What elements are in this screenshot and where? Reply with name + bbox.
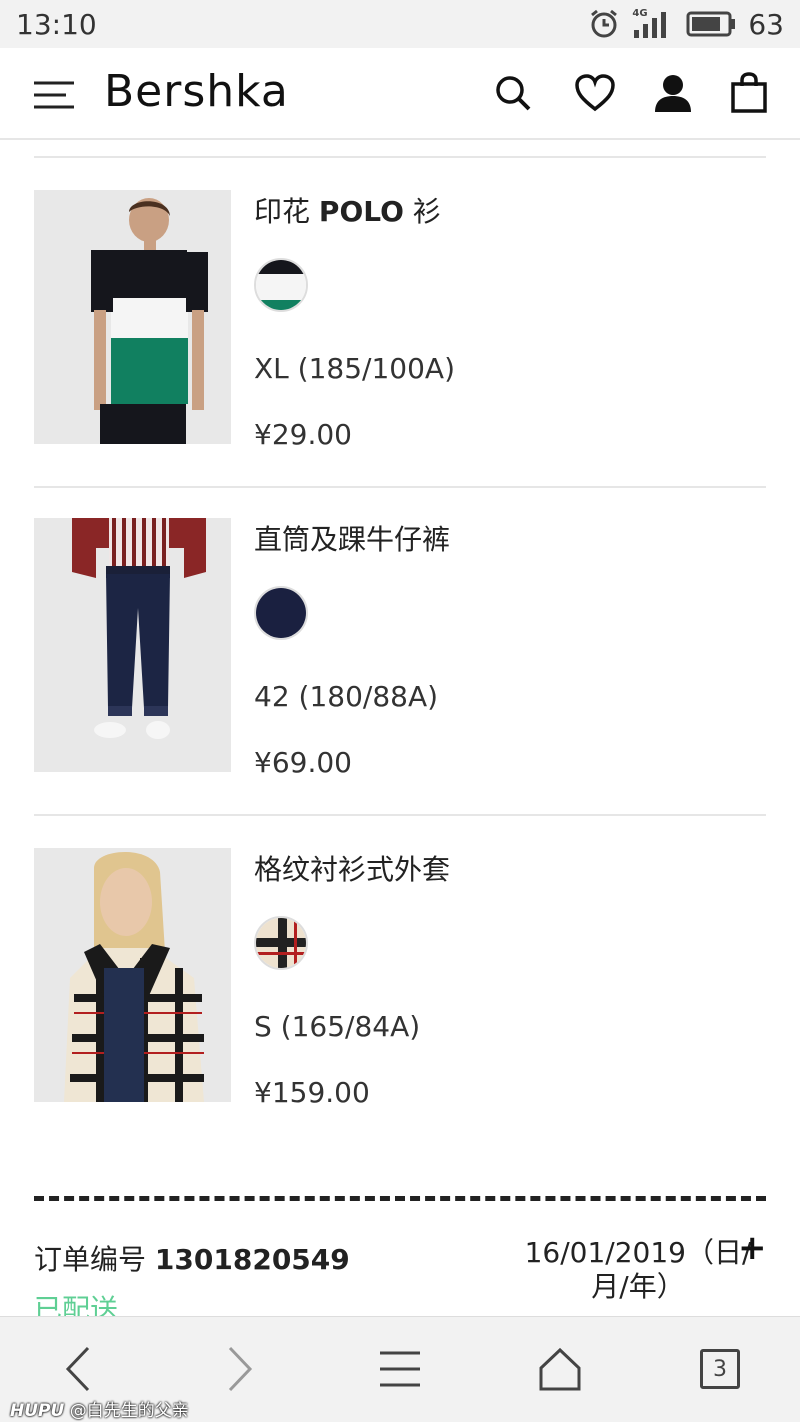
- product-image[interactable]: [34, 518, 231, 772]
- expand-icon[interactable]: +: [738, 1228, 767, 1268]
- menu-icon: [34, 81, 74, 109]
- user-icon: [655, 75, 691, 112]
- divider: [34, 814, 766, 816]
- status-time: 13:10: [16, 8, 97, 41]
- product-name[interactable]: 格纹衬衫式外套: [254, 848, 450, 888]
- product-image[interactable]: [34, 848, 231, 1102]
- order-date: 16/01/2019（日/月/年）: [508, 1236, 768, 1304]
- menu-button[interactable]: [30, 75, 78, 115]
- heart-icon: [575, 74, 615, 112]
- product-name-bold: POLO: [318, 195, 404, 228]
- back-icon: [65, 1346, 90, 1392]
- cart-button[interactable]: [726, 70, 772, 116]
- back-button[interactable]: [48, 1339, 108, 1399]
- browser-menu-button[interactable]: [370, 1339, 430, 1399]
- watermark-brand: HUPU: [10, 1401, 65, 1421]
- product-size: XL (185/100A): [254, 352, 456, 385]
- product-name-suffix: 衫: [412, 195, 441, 228]
- watermark-text: @白先生的父亲: [69, 1401, 189, 1421]
- search-button[interactable]: [490, 70, 536, 116]
- app-header: Bershka: [0, 48, 800, 140]
- product-size: 42 (180/88A): [254, 680, 439, 713]
- divider: [34, 156, 766, 158]
- dashed-divider: [34, 1196, 766, 1201]
- search-icon: [496, 76, 531, 111]
- battery-icon: [686, 11, 736, 37]
- product-name-prefix: 印花: [254, 195, 311, 228]
- divider: [34, 486, 766, 488]
- product-price: ¥29.00: [254, 418, 352, 451]
- product-price: ¥159.00: [254, 1076, 370, 1109]
- bag-icon: [731, 72, 767, 113]
- status-right: 4G 63: [588, 7, 784, 41]
- order-number: 1301820549: [154, 1243, 350, 1276]
- home-icon: [539, 1347, 581, 1391]
- color-swatch[interactable]: [254, 258, 308, 312]
- signal-icon: 4G: [632, 8, 674, 40]
- watermark: HUPU @白先生的父亲: [10, 1396, 189, 1421]
- menu-icon: [380, 1351, 420, 1387]
- forward-icon: [228, 1346, 253, 1392]
- product-image[interactable]: [34, 190, 231, 444]
- order-item[interactable]: 印花 POLO 衫 XL (185/100A) ¥29.00: [34, 190, 766, 451]
- order-number-row: 订单编号 1301820549: [34, 1238, 350, 1278]
- color-swatch[interactable]: [254, 586, 308, 640]
- order-date-text: 16/01/2019（日/月/年）: [524, 1236, 752, 1303]
- battery-level: 63: [748, 7, 784, 41]
- color-swatch[interactable]: [254, 916, 308, 970]
- home-button[interactable]: [530, 1339, 590, 1399]
- product-name[interactable]: 直筒及踝牛仔裤: [254, 518, 450, 558]
- product-name[interactable]: 印花 POLO 衫: [254, 190, 441, 230]
- forward-button[interactable]: [210, 1339, 270, 1399]
- order-number-label: 订单编号: [34, 1243, 147, 1276]
- product-price: ¥69.00: [254, 746, 352, 779]
- product-size: S (165/84A): [254, 1010, 421, 1043]
- order-item[interactable]: 直筒及踝牛仔裤 42 (180/88A) ¥69.00: [34, 518, 766, 779]
- wishlist-button[interactable]: [572, 70, 618, 116]
- tabs-icon: 3: [700, 1349, 740, 1389]
- tabs-button[interactable]: 3: [690, 1339, 750, 1399]
- order-item[interactable]: 格纹衬衫式外套 S (165/84A) ¥159.00: [34, 848, 766, 1109]
- alarm-icon: [591, 9, 618, 38]
- tabs-count: 3: [713, 1356, 727, 1382]
- status-bar: 13:10 4G 63: [0, 0, 800, 48]
- account-button[interactable]: [650, 70, 696, 116]
- brand-logo[interactable]: Bershka: [104, 66, 289, 117]
